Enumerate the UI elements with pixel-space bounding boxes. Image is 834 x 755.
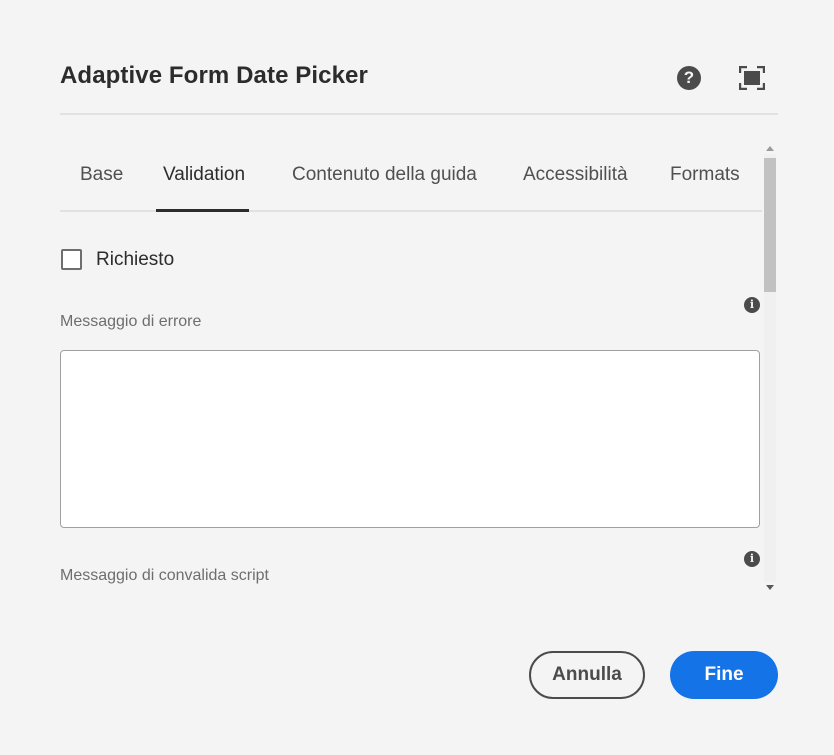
date-picker-dialog: Adaptive Form Date Picker ? Base Validat… bbox=[0, 0, 834, 755]
required-label: Richiesto bbox=[96, 249, 175, 270]
info-icon[interactable]: i bbox=[744, 551, 760, 567]
dialog-content: Base Validation Contenuto della guida Ac… bbox=[60, 140, 762, 596]
scroll-up-arrow-icon[interactable] bbox=[766, 146, 774, 151]
vertical-scrollbar[interactable] bbox=[762, 140, 778, 596]
tab-accessibilita[interactable]: Accessibilità bbox=[523, 164, 628, 186]
dialog-title: Adaptive Form Date Picker bbox=[60, 62, 368, 89]
script-message-label: Messaggio di convalida script bbox=[60, 567, 269, 584]
active-tab-indicator bbox=[156, 209, 249, 212]
cancel-button[interactable]: Annulla bbox=[529, 651, 645, 699]
scroll-down-arrow-icon[interactable] bbox=[766, 585, 774, 590]
info-icon[interactable]: i bbox=[744, 297, 760, 313]
tab-base[interactable]: Base bbox=[80, 164, 123, 186]
done-button[interactable]: Fine bbox=[670, 651, 778, 699]
help-icon[interactable]: ? bbox=[677, 66, 701, 90]
tab-formats[interactable]: Formats bbox=[670, 164, 740, 186]
tab-bar: Base Validation Contenuto della guida Ac… bbox=[60, 140, 762, 212]
required-checkbox[interactable] bbox=[61, 249, 82, 270]
tab-contenuto-della-guida[interactable]: Contenuto della guida bbox=[292, 164, 477, 186]
error-message-label: Messaggio di errore bbox=[60, 313, 202, 330]
error-message-textarea[interactable] bbox=[60, 350, 760, 528]
title-divider bbox=[60, 113, 778, 115]
tab-validation[interactable]: Validation bbox=[163, 164, 245, 186]
scroll-thumb[interactable] bbox=[764, 158, 776, 292]
fullscreen-icon[interactable] bbox=[739, 66, 765, 90]
